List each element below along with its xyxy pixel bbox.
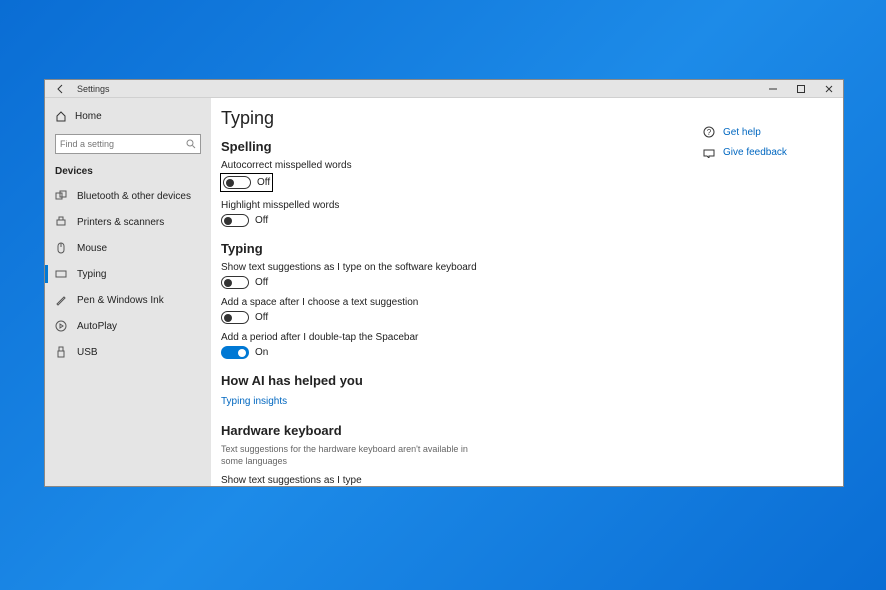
right-column: ? Get help Give feedback <box>703 98 843 486</box>
toggle-state: Off <box>255 215 268 226</box>
give-feedback-link[interactable]: Give feedback <box>703 146 835 158</box>
page-title: Typing <box>221 108 703 129</box>
search-box[interactable] <box>55 134 201 154</box>
section-typing: Typing <box>221 241 703 256</box>
sidebar-home[interactable]: Home <box>45 104 211 128</box>
sidebar: Home Devices Bluetooth & other devices P… <box>45 98 211 486</box>
section-spelling: Spelling <box>221 139 703 154</box>
toggle-state: Off <box>257 177 270 188</box>
home-icon <box>55 110 69 122</box>
sidebar-item-label: AutoPlay <box>77 321 117 332</box>
keyboard-icon <box>55 268 69 280</box>
search-icon <box>186 139 196 149</box>
titlebar: Settings <box>45 80 843 98</box>
setting-addspace: Add a space after I choose a text sugges… <box>221 297 703 324</box>
toggle-state: Off <box>255 312 268 323</box>
close-button[interactable] <box>815 80 843 97</box>
section-hwkb: Hardware keyboard <box>221 423 703 438</box>
sidebar-item-printers[interactable]: Printers & scanners <box>45 209 211 235</box>
get-help-link[interactable]: ? Get help <box>703 126 835 138</box>
sidebar-category: Devices <box>45 162 211 183</box>
feedback-label: Give feedback <box>723 147 787 158</box>
help-icon: ? <box>703 126 717 138</box>
highlight-toggle[interactable] <box>221 214 249 227</box>
back-button[interactable] <box>53 84 69 94</box>
minimize-button[interactable] <box>759 80 787 97</box>
hwkb-subtext: Text suggestions for the hardware keyboa… <box>221 444 481 467</box>
main-panel: Typing Spelling Autocorrect misspelled w… <box>211 98 703 486</box>
sidebar-item-label: Bluetooth & other devices <box>77 191 191 202</box>
pen-icon <box>55 294 69 306</box>
sidebar-item-label: Mouse <box>77 243 107 254</box>
setting-label: Show text suggestions as I type on the s… <box>221 262 703 273</box>
toggle-state: On <box>255 347 268 358</box>
setting-hwkb-show: Show text suggestions as I type <box>221 475 703 486</box>
content-area: Typing Spelling Autocorrect misspelled w… <box>211 98 843 486</box>
sidebar-item-usb[interactable]: USB <box>45 339 211 365</box>
addspace-toggle[interactable] <box>221 311 249 324</box>
feedback-icon <box>703 146 717 158</box>
sidebar-item-mouse[interactable]: Mouse <box>45 235 211 261</box>
sidebar-item-typing[interactable]: Typing <box>45 261 211 287</box>
addperiod-toggle[interactable] <box>221 346 249 359</box>
sidebar-home-label: Home <box>75 111 102 122</box>
setting-highlight: Highlight misspelled words Off <box>221 200 703 227</box>
setting-addperiod: Add a period after I double-tap the Spac… <box>221 332 703 359</box>
printer-icon <box>55 216 69 228</box>
window-buttons <box>759 80 843 97</box>
setting-label: Autocorrect misspelled words <box>221 160 703 171</box>
section-ai: How AI has helped you <box>221 373 703 388</box>
sidebar-item-bluetooth[interactable]: Bluetooth & other devices <box>45 183 211 209</box>
setting-autocorrect: Autocorrect misspelled words Off <box>221 160 703 192</box>
search-input[interactable] <box>60 139 186 149</box>
setting-label: Add a space after I choose a text sugges… <box>221 297 703 308</box>
sidebar-item-pen[interactable]: Pen & Windows Ink <box>45 287 211 313</box>
setting-label: Highlight misspelled words <box>221 200 703 211</box>
setting-suggestions: Show text suggestions as I type on the s… <box>221 262 703 289</box>
window-title: Settings <box>77 84 110 94</box>
setting-label: Show text suggestions as I type <box>221 475 703 486</box>
help-label: Get help <box>723 127 761 138</box>
setting-label: Add a period after I double-tap the Spac… <box>221 332 703 343</box>
maximize-button[interactable] <box>787 80 815 97</box>
suggestions-toggle[interactable] <box>221 276 249 289</box>
toggle-state: Off <box>255 277 268 288</box>
mouse-icon <box>55 242 69 254</box>
usb-icon <box>55 346 69 358</box>
svg-text:?: ? <box>707 128 712 137</box>
sidebar-item-label: Typing <box>77 269 106 280</box>
sidebar-item-label: Pen & Windows Ink <box>77 295 164 306</box>
sidebar-item-label: USB <box>77 347 98 358</box>
sidebar-item-label: Printers & scanners <box>77 217 164 228</box>
typing-insights-link[interactable]: Typing insights <box>221 396 287 407</box>
autocorrect-toggle[interactable] <box>223 176 251 189</box>
devices-icon <box>55 190 69 202</box>
autoplay-icon <box>55 320 69 332</box>
settings-window: Settings Home Devices Bluetooth & other … <box>44 79 844 487</box>
sidebar-item-autoplay[interactable]: AutoPlay <box>45 313 211 339</box>
